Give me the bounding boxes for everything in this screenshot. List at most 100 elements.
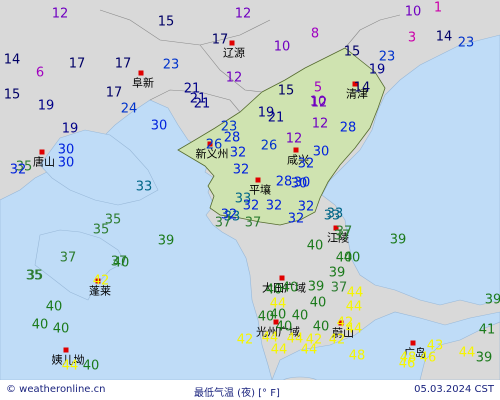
temperature-value: 44 bbox=[61, 358, 79, 374]
temperature-value: 12 bbox=[311, 116, 329, 132]
temperature-value: 33 bbox=[323, 208, 341, 224]
temperature-value: 10 bbox=[309, 94, 327, 110]
temperature-value: 32 bbox=[265, 198, 283, 214]
city-marker bbox=[229, 40, 235, 46]
temperature-value: 23 bbox=[457, 35, 475, 51]
temperature-value: 15 bbox=[343, 44, 361, 60]
temperature-value: 5 bbox=[313, 80, 323, 96]
temperature-value: 39 bbox=[157, 233, 175, 249]
temperature-value: 14 bbox=[3, 52, 21, 68]
temperature-value: 1 bbox=[433, 0, 443, 16]
temperature-value: 32 bbox=[242, 198, 260, 214]
temperature-value: 39 bbox=[475, 350, 493, 366]
city-name: 唐山 bbox=[33, 155, 55, 169]
temperature-value: 10 bbox=[273, 39, 291, 55]
temperature-value: 28 bbox=[275, 174, 293, 190]
temperature-value: 14 bbox=[435, 29, 453, 45]
site-credit: © weatheronline.cn bbox=[6, 384, 106, 395]
city-marker bbox=[410, 340, 416, 346]
temperature-value: 12 bbox=[285, 131, 303, 147]
city-marker bbox=[39, 149, 45, 155]
temperature-value: 26 bbox=[205, 137, 223, 153]
temperature-value: 30 bbox=[57, 155, 75, 171]
city-marker bbox=[63, 347, 69, 353]
temperature-value: 26 bbox=[260, 138, 278, 154]
temperature-value: 35 bbox=[92, 222, 110, 238]
temperature-value: 21 bbox=[189, 91, 207, 107]
temperature-value: 37 bbox=[59, 250, 77, 266]
temperature-value: 40 bbox=[343, 250, 361, 266]
city-marker bbox=[138, 70, 144, 76]
temperature-value: 32 bbox=[229, 145, 247, 161]
temperature-value: 42 bbox=[236, 332, 254, 348]
temperature-value: 40 bbox=[309, 295, 327, 311]
temperature-value: 40 bbox=[45, 299, 63, 315]
temperature-value: 37 bbox=[330, 280, 348, 296]
temperature-value: 17 bbox=[105, 85, 123, 101]
temperature-value: 44 bbox=[270, 342, 288, 358]
temperature-value: 42 bbox=[328, 332, 346, 348]
temperature-value: 37 bbox=[335, 224, 353, 240]
temperature-value: 17 bbox=[68, 56, 86, 72]
city-name: 阜新 bbox=[132, 76, 154, 90]
map-title: 最低气温 (夜) [° F] bbox=[194, 388, 280, 399]
temperature-value: 30 bbox=[312, 144, 330, 160]
temperature-value: 48 bbox=[348, 348, 366, 364]
temperature-value: 35 bbox=[26, 268, 44, 284]
temperature-value: 28 bbox=[339, 120, 357, 136]
temperature-value: 8 bbox=[310, 26, 320, 42]
temperature-value: 6 bbox=[35, 65, 45, 81]
temperature-value: 32 bbox=[232, 162, 250, 178]
temperature-map: 辽源 阜新 清津 唐山 新义州 咸兴 平壤 江陵 蓬莱 大田广域 光州广域 蔚山 姨儿坳 广岛 12 15 1… bbox=[0, 0, 500, 400]
temperature-value: 32 bbox=[297, 156, 315, 172]
temperature-value: 17 bbox=[211, 32, 229, 48]
map-date: 05.03.2024 CST bbox=[414, 384, 494, 395]
temperature-value: 41 bbox=[478, 322, 496, 338]
temperature-value: 32 bbox=[9, 162, 27, 178]
temperature-value: 44 bbox=[346, 285, 364, 301]
temperature-value: 40 bbox=[82, 358, 100, 374]
temperature-value: 40 bbox=[52, 321, 70, 337]
city-name: 平壤 bbox=[249, 183, 271, 197]
temperature-value: 40 bbox=[265, 282, 283, 298]
temperature-value: 40 bbox=[31, 317, 49, 333]
temperature-value: 44 bbox=[458, 345, 476, 361]
temperature-value: 48 bbox=[399, 350, 417, 366]
temperature-value: 15 bbox=[277, 83, 295, 99]
temperature-value: 42 bbox=[92, 273, 110, 289]
temperature-value: 12 bbox=[51, 6, 69, 22]
temperature-value: 44 bbox=[345, 321, 363, 337]
temperature-value: 23 bbox=[162, 57, 180, 73]
temperature-value: 30 bbox=[150, 118, 168, 134]
city-name: 辽源 bbox=[223, 46, 245, 60]
temperature-value: 44 bbox=[300, 342, 318, 358]
temperature-value: 19 bbox=[61, 121, 79, 137]
temperature-value: 33 bbox=[135, 179, 153, 195]
temperature-value: 46 bbox=[419, 350, 437, 366]
temperature-value: 21 bbox=[267, 110, 285, 126]
temperature-value: 12 bbox=[234, 6, 252, 22]
temperature-value: 12 bbox=[225, 70, 243, 86]
temperature-value: 30 bbox=[293, 175, 311, 191]
temperature-value: 32 bbox=[287, 211, 305, 227]
temperature-value: 40 bbox=[281, 280, 299, 296]
temperature-value: 23 bbox=[378, 49, 396, 65]
temperature-value: 10 bbox=[404, 4, 422, 20]
temperature-value: 32 bbox=[220, 207, 238, 223]
temperature-value: 24 bbox=[120, 101, 138, 117]
temperature-value: 40 bbox=[291, 308, 309, 324]
temperature-value: 17 bbox=[114, 56, 132, 72]
city-marker bbox=[293, 147, 299, 153]
temperature-value: 39 bbox=[328, 265, 346, 281]
temperature-value: 44 bbox=[345, 299, 363, 315]
footer: © weatheronline.cn 最低气温 (夜) [° F] 05.03.… bbox=[0, 380, 500, 400]
temperature-value: 37 bbox=[244, 215, 262, 231]
temperature-value: 15 bbox=[157, 14, 175, 30]
temperature-value: 19 bbox=[368, 62, 386, 78]
city-marker bbox=[255, 177, 261, 183]
temperature-value: 15 bbox=[3, 87, 21, 103]
temperature-value: 40 bbox=[306, 238, 324, 254]
temperature-value: 14 bbox=[353, 80, 371, 96]
temperature-value: 28 bbox=[223, 130, 241, 146]
temperature-value: 3 bbox=[407, 30, 417, 46]
